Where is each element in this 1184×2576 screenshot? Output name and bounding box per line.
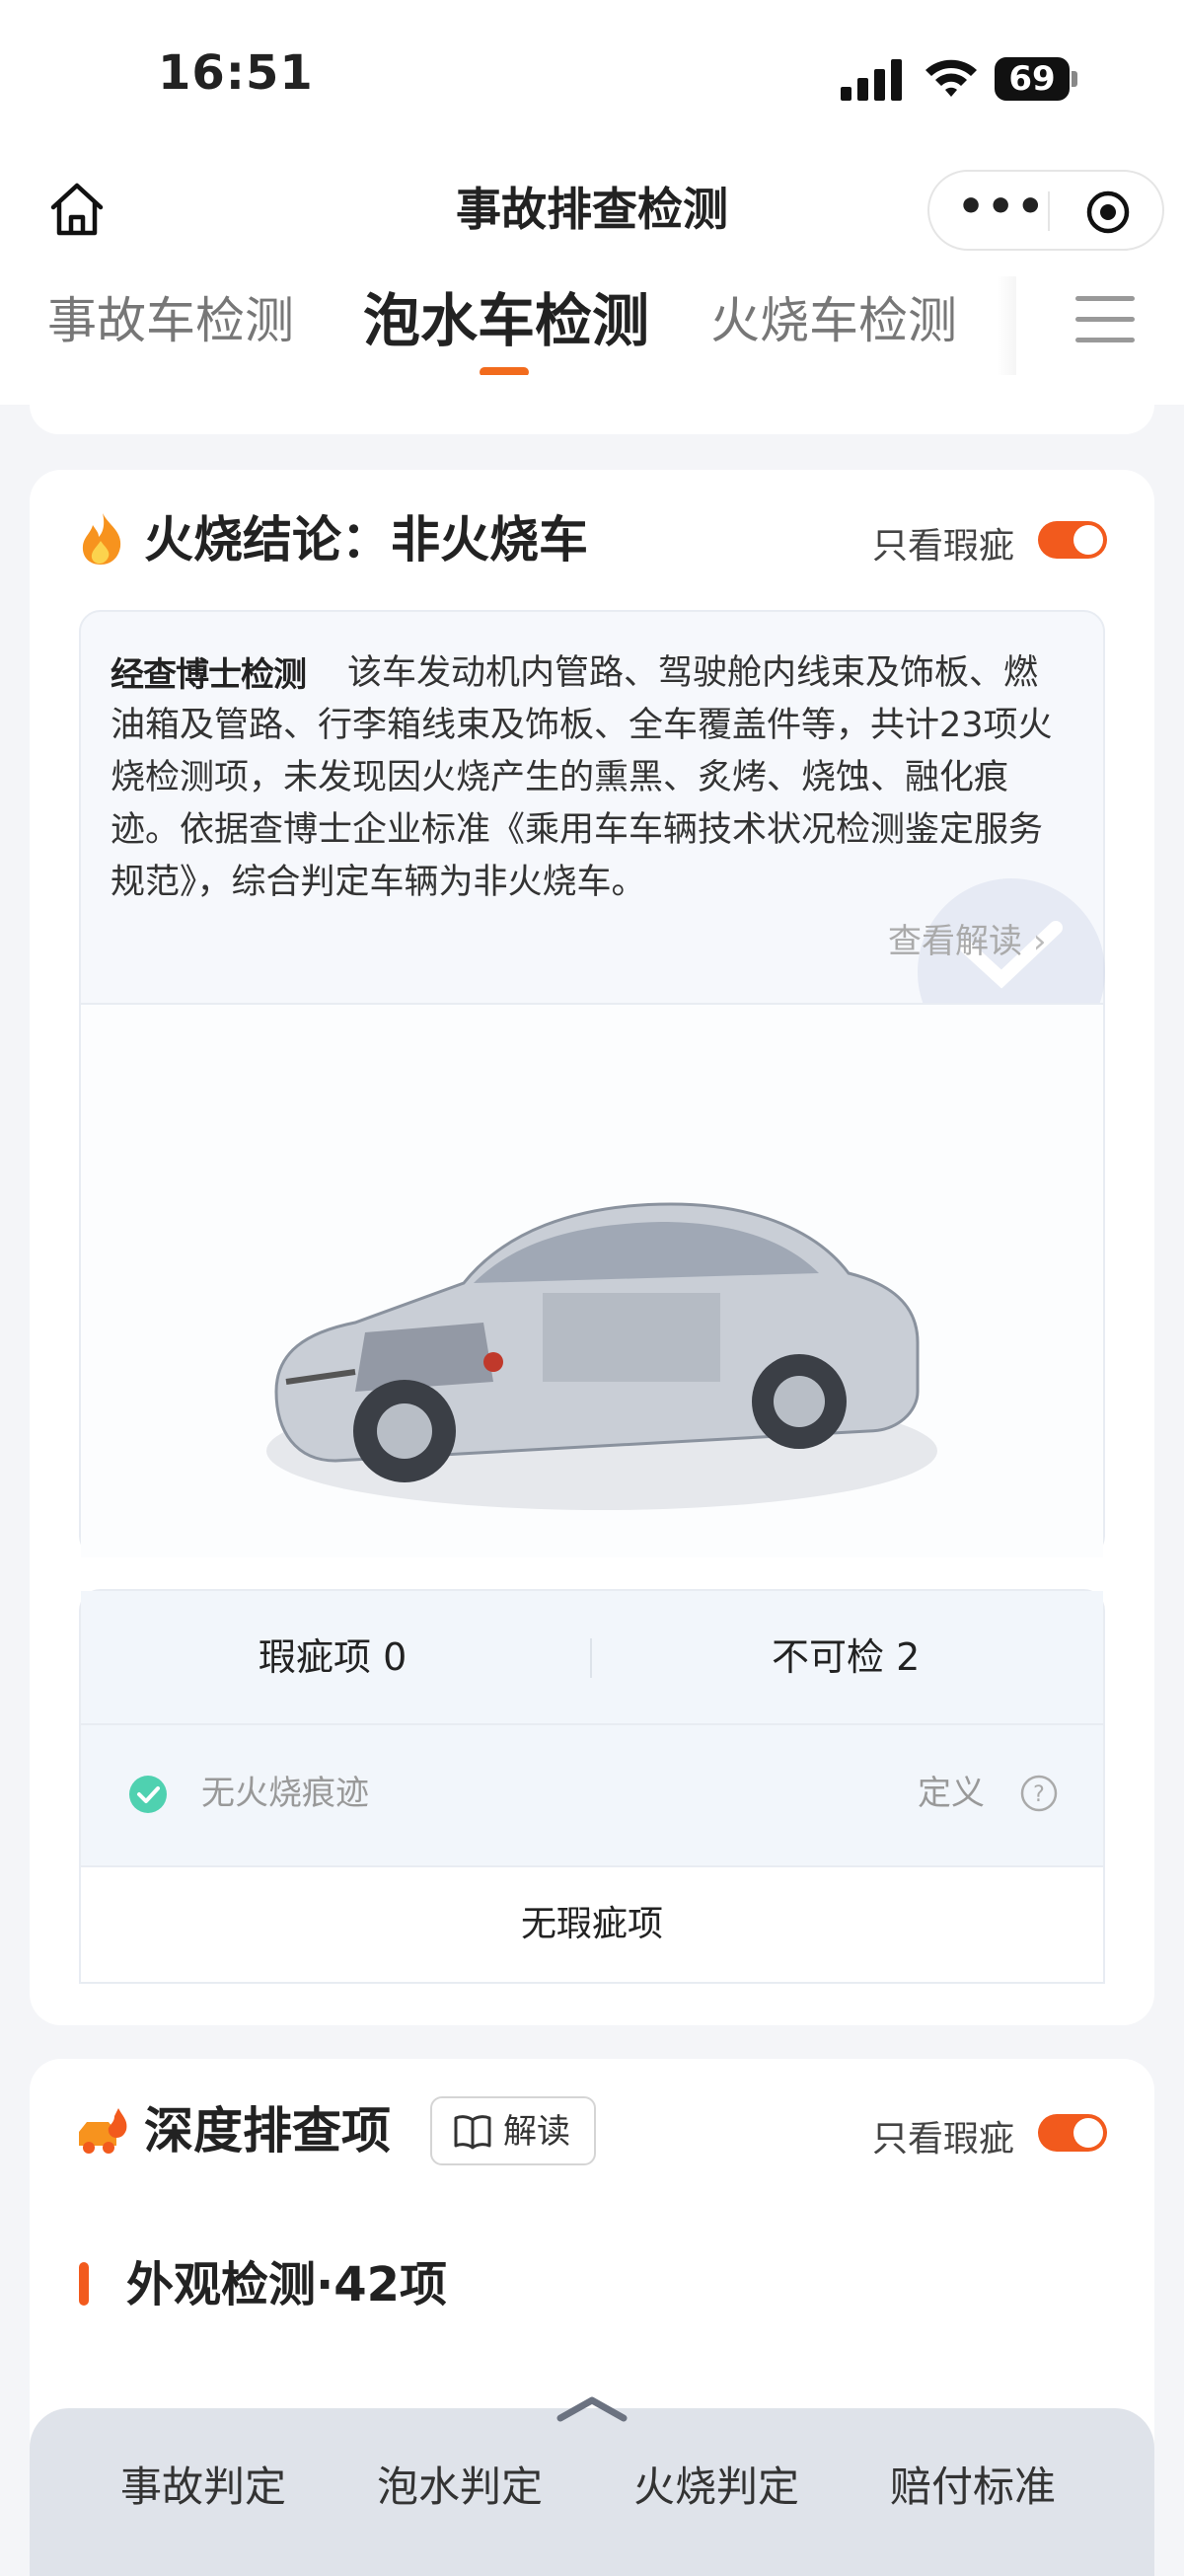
capsule-divider [1048, 191, 1050, 231]
target-icon[interactable] [1085, 189, 1131, 235]
wifi-icon [925, 59, 977, 97]
car-illustration [266, 1202, 937, 1510]
bottom-tab-fire[interactable]: 火烧判定 [633, 2456, 799, 2519]
battery-icon: 69 [995, 57, 1077, 101]
fire-conclusion-title: 火烧结论：非火烧车 [144, 511, 588, 568]
help-icon[interactable]: ? [1020, 1775, 1058, 1812]
tab-fade [997, 276, 1016, 375]
deep-only-flaw-label: 只看瑕疵 [872, 2119, 1015, 2159]
deep-only-flaw-toggle[interactable] [1038, 2114, 1107, 2152]
previous-card-bottom [30, 375, 1154, 434]
svg-text:?: ? [1033, 1782, 1045, 1807]
definition-link[interactable]: 定义 [918, 1769, 985, 1818]
tab-flood[interactable]: 泡水车检测 [363, 286, 649, 355]
more-icon[interactable]: ••• [957, 186, 1044, 231]
battery-level: 69 [1008, 59, 1056, 99]
flame-icon [82, 513, 121, 565]
no-flaw-text: 无瑕疵项 [520, 1904, 663, 1944]
check-circle-icon [129, 1776, 167, 1813]
uncheckable-count[interactable]: 不可检 2 [772, 1630, 920, 1684]
deep-inspection-title: 深度排查项 [144, 2102, 391, 2159]
chevron-up-icon[interactable] [553, 2392, 631, 2422]
car-fire-icon [79, 2108, 127, 2154]
interpret-button[interactable]: 解读 [430, 2096, 596, 2165]
exterior-inspection-title: 外观检测·42项 [126, 2257, 448, 2312]
status-time: 16:51 [158, 45, 314, 101]
tab-fire[interactable]: 火烧车检测 [710, 286, 957, 355]
bottom-tab-accident[interactable]: 事故判定 [120, 2456, 286, 2519]
inspection-row-label: 无火烧痕迹 [201, 1774, 369, 1813]
mini-program-capsule: ••• [927, 170, 1164, 251]
menu-icon[interactable] [1075, 294, 1135, 345]
stats-header [81, 1591, 1103, 1723]
signal-icon [841, 59, 902, 101]
tab-accident[interactable]: 事故车检测 [47, 286, 294, 355]
subsection-marker [79, 2262, 89, 2306]
view-interpretation-link[interactable]: 查看解读 › [888, 914, 1046, 962]
stats-divider [590, 1638, 592, 1678]
only-flaw-toggle[interactable] [1038, 521, 1107, 559]
bottom-tab-compensation[interactable]: 赔付标准 [890, 2456, 1056, 2519]
view-interpretation-label: 查看解读 [888, 922, 1022, 961]
only-flaw-label: 只看瑕疵 [872, 526, 1015, 567]
interpret-button-label: 解读 [503, 2112, 570, 2152]
flaw-count[interactable]: 瑕疵项 0 [259, 1630, 407, 1684]
bottom-tab-flood[interactable]: 泡水判定 [377, 2456, 543, 2519]
chevron-right-icon: › [1032, 922, 1047, 961]
brand-logo: 经查博士检测 [111, 655, 307, 695]
book-icon [454, 2115, 491, 2150]
